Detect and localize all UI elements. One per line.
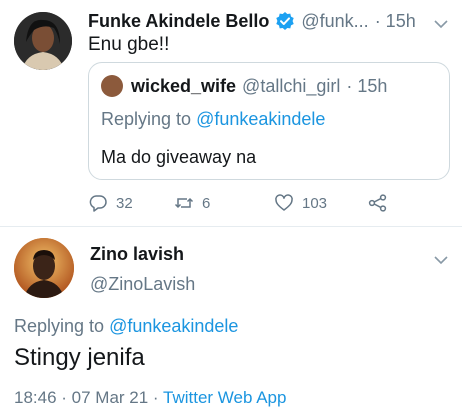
author-name[interactable]: Funke Akindele Bello <box>88 11 269 32</box>
tweet-header: Funke Akindele Bello @funk... · 15h <box>88 8 448 34</box>
author-handle-zino[interactable]: @ZinoLavish <box>90 274 195 295</box>
avatar-zino[interactable] <box>14 238 74 298</box>
tweet-meta: 18:46 · 07 Mar 21 · Twitter Web App <box>14 388 286 408</box>
replying-to-label: Replying to <box>101 109 197 129</box>
share-icon <box>368 194 387 212</box>
tweet-main[interactable]: Funke Akindele Bello @funk... · 15h Enu … <box>0 0 462 226</box>
quoted-replying-to: Replying to @funkeakindele <box>101 109 325 130</box>
author-handle[interactable]: @funk... <box>301 11 368 32</box>
quoted-tweet-header: wicked_wife @tallchi_girl · 15h <box>101 73 387 99</box>
like-button[interactable]: 103 <box>274 190 327 216</box>
tweet-source[interactable]: Twitter Web App <box>163 388 286 407</box>
replying-to-handle[interactable]: @funkeakindele <box>109 316 238 336</box>
author-name-zino[interactable]: Zino lavish <box>90 244 184 265</box>
tweet-text: Enu gbe!! <box>88 34 170 55</box>
retweet-count: 6 <box>202 194 211 212</box>
like-count: 103 <box>302 194 328 212</box>
tweet-text-zino: Stingy jenifa <box>14 344 145 371</box>
retweet-button[interactable]: 6 <box>174 190 210 216</box>
replying-to-label: Replying to <box>14 316 110 336</box>
chevron-down-icon[interactable] <box>434 252 448 265</box>
reply-icon <box>89 195 107 212</box>
tweet-time[interactable]: · 15h <box>375 11 416 32</box>
replying-to: Replying to @funkeakindele <box>14 316 238 337</box>
retweet-icon <box>174 197 194 209</box>
like-icon <box>275 194 293 211</box>
quoted-tweet[interactable]: wicked_wife @tallchi_girl · 15h Replying… <box>88 62 450 180</box>
replying-to-handle[interactable]: @funkeakindele <box>196 109 325 129</box>
quoted-author-name: wicked_wife <box>131 75 237 96</box>
share-button[interactable] <box>368 190 396 216</box>
avatar-wicked-wife <box>101 75 123 97</box>
reply-count: 32 <box>116 194 133 212</box>
tweet-timestamp[interactable]: 18:46 · 07 Mar 21 · <box>14 388 163 407</box>
verified-badge-icon <box>275 11 295 31</box>
tweet-actions: 32 6 103 <box>88 190 398 216</box>
reply-button[interactable]: 32 <box>88 190 133 216</box>
avatar-funke[interactable] <box>14 12 72 70</box>
quoted-tweet-time: · 15h <box>346 75 388 96</box>
quoted-author-handle: @tallchi_girl <box>242 75 341 96</box>
tweet-divider <box>0 226 462 227</box>
chevron-down-icon[interactable] <box>434 16 448 29</box>
quoted-tweet-text: Ma do giveaway na <box>101 147 257 167</box>
